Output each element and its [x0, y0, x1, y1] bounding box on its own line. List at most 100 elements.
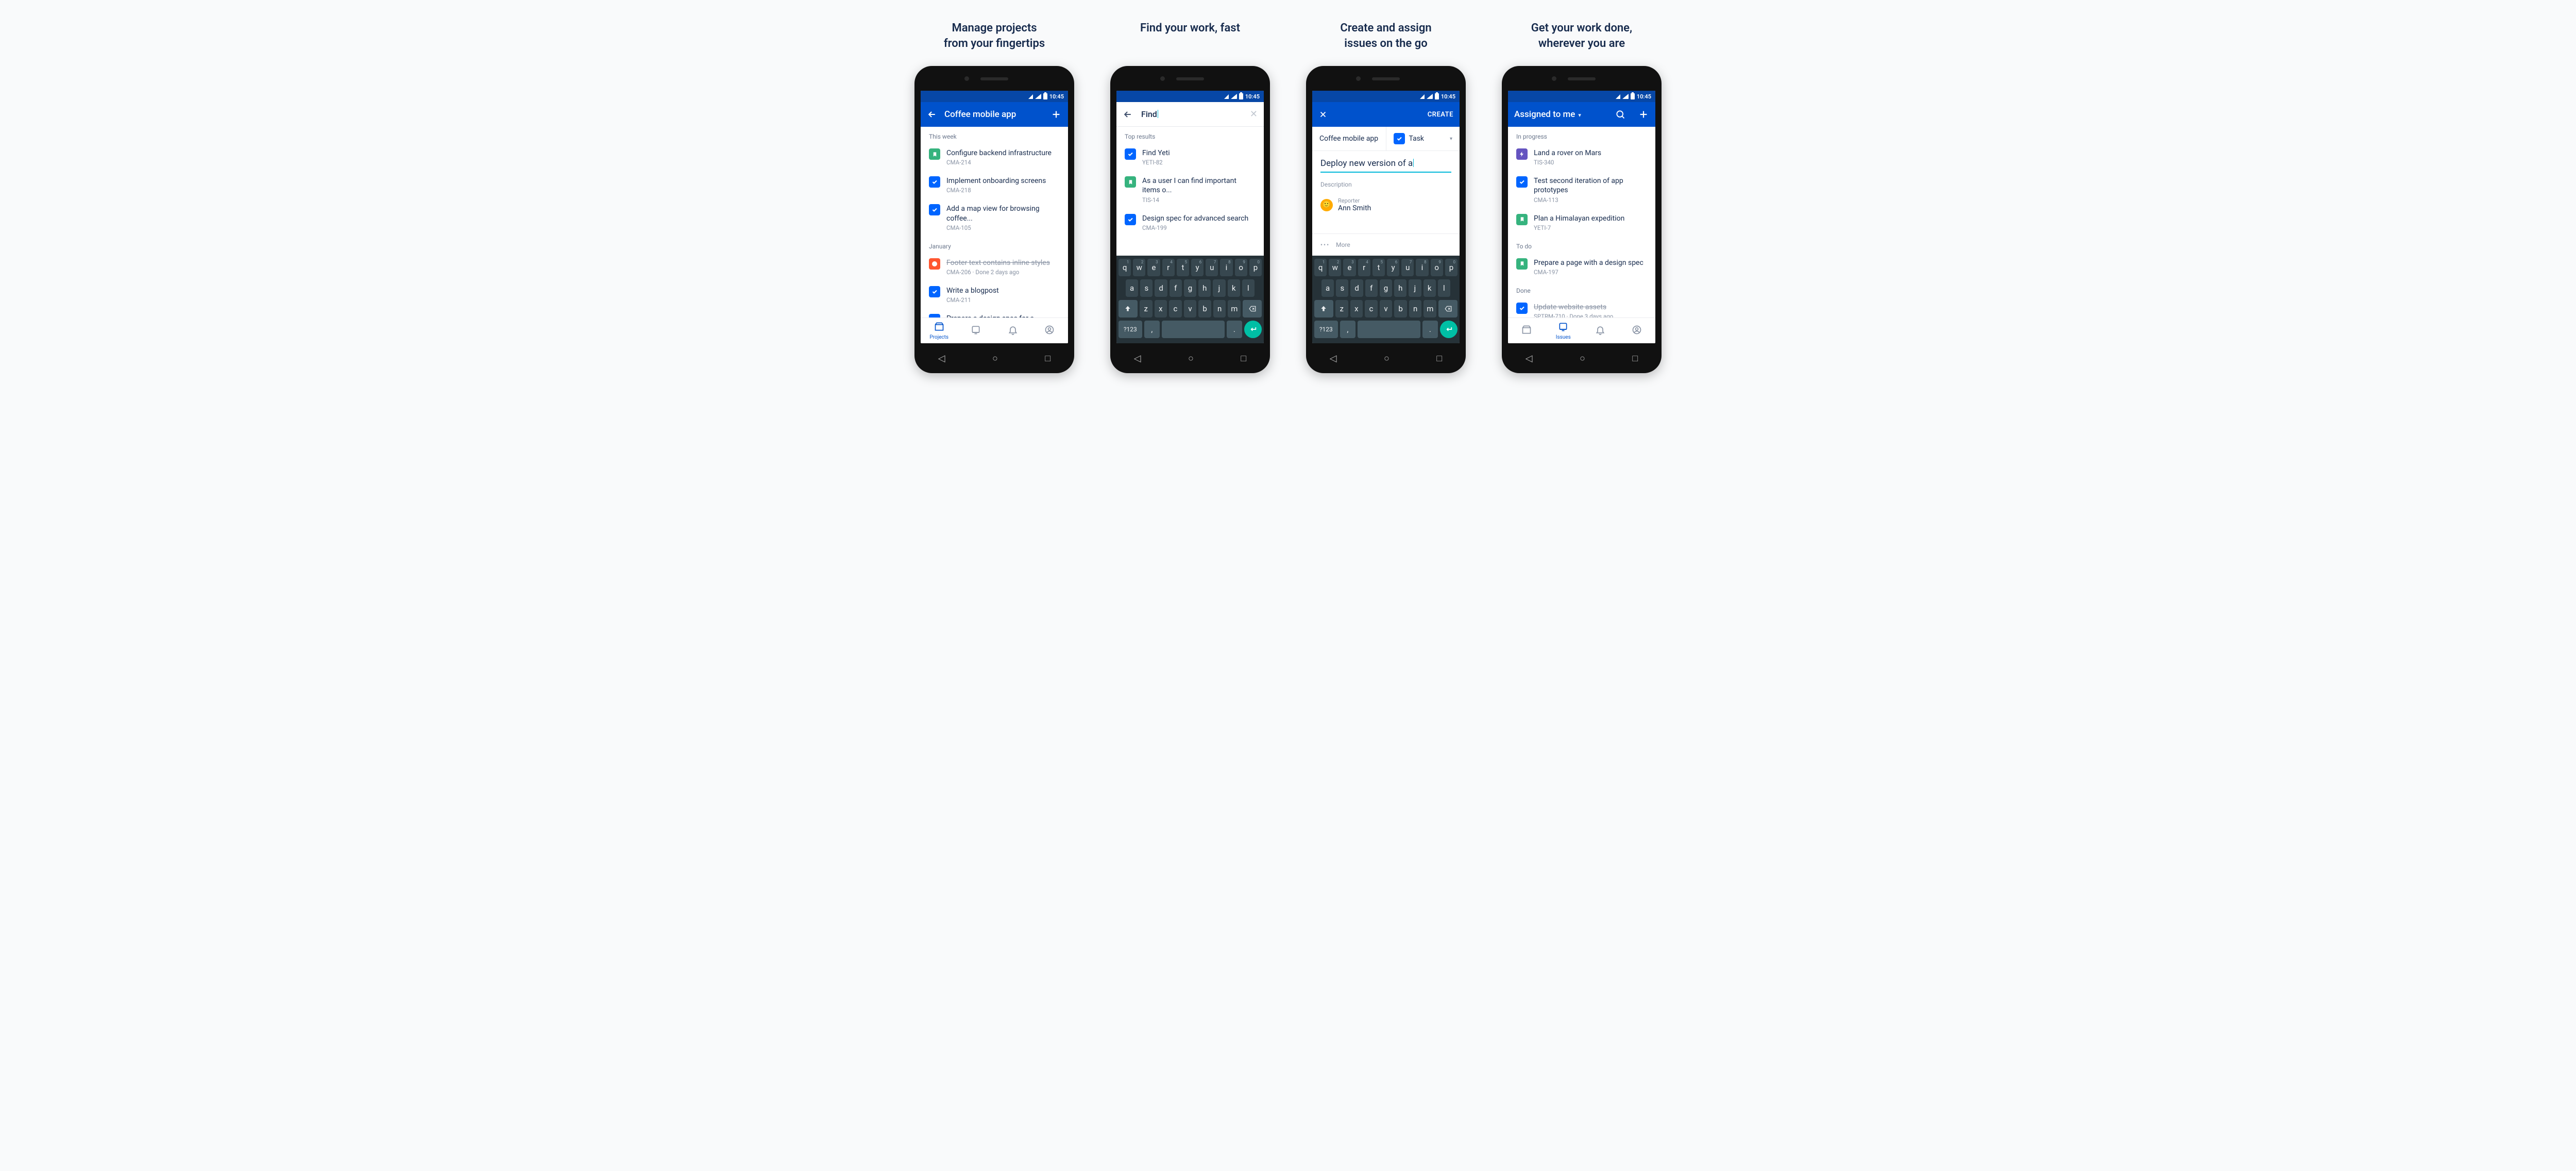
reporter-field[interactable]: 🙂 Reporter Ann Smith — [1320, 197, 1451, 212]
key[interactable]: 9o — [1235, 259, 1247, 276]
search-result-row[interactable]: Find YetiYETI-82 — [1116, 143, 1264, 171]
key[interactable]: 6y — [1191, 259, 1204, 276]
key[interactable]: 0p — [1445, 259, 1458, 276]
key[interactable]: m — [1228, 300, 1241, 317]
key[interactable]: b — [1198, 300, 1211, 317]
keyboard[interactable]: 1q2w3e4r5t6y7u8i9o0pasdfghjklzxcvbnm?123… — [1116, 256, 1264, 343]
back-icon[interactable] — [927, 109, 937, 120]
comma-key[interactable]: , — [1340, 321, 1355, 338]
search-result-row[interactable]: Design spec for advanced searchCMA-199 — [1116, 209, 1264, 237]
key[interactable]: 2w — [1133, 259, 1145, 276]
add-icon[interactable] — [1050, 109, 1062, 120]
key[interactable]: d — [1350, 279, 1363, 297]
key[interactable]: j — [1213, 279, 1225, 297]
project-picker[interactable]: Coffee mobile app — [1312, 127, 1386, 150]
issue-row[interactable]: Test second iteration of app prototypes … — [1508, 171, 1655, 208]
key[interactable]: 5t — [1177, 259, 1189, 276]
key[interactable]: g — [1380, 279, 1392, 297]
key[interactable]: 1q — [1314, 259, 1327, 276]
key[interactable]: z — [1335, 300, 1348, 317]
key[interactable]: l — [1242, 279, 1255, 297]
issue-row[interactable]: Write a blogpost CMA-211 — [921, 281, 1068, 309]
projects-tab[interactable]: Projects — [921, 318, 958, 343]
notifications-tab[interactable] — [1582, 318, 1619, 343]
key[interactable]: 7u — [1401, 259, 1414, 276]
key[interactable]: 7u — [1206, 259, 1218, 276]
key[interactable]: s — [1336, 279, 1348, 297]
period-key[interactable]: . — [1422, 321, 1438, 338]
create-button[interactable]: CREATE — [1428, 111, 1453, 119]
key[interactable]: 4r — [1358, 259, 1370, 276]
key[interactable]: 1q — [1118, 259, 1131, 276]
account-tab[interactable] — [1031, 318, 1069, 343]
projects-tab[interactable] — [1508, 318, 1545, 343]
key[interactable]: 9o — [1431, 259, 1443, 276]
key[interactable]: f — [1170, 279, 1182, 297]
key[interactable]: g — [1184, 279, 1196, 297]
key[interactable]: j — [1409, 279, 1421, 297]
key[interactable]: m — [1423, 300, 1436, 317]
key[interactable]: 3e — [1147, 259, 1160, 276]
more-row[interactable]: ••• More — [1312, 233, 1460, 256]
account-tab[interactable] — [1619, 318, 1656, 343]
key[interactable]: h — [1198, 279, 1211, 297]
period-key[interactable]: . — [1227, 321, 1242, 338]
search-input[interactable]: Find — [1141, 109, 1242, 119]
enter-key[interactable] — [1244, 321, 1262, 338]
search-icon[interactable] — [1615, 109, 1625, 120]
key[interactable]: 8i — [1416, 259, 1428, 276]
key[interactable]: x — [1155, 300, 1167, 317]
key[interactable]: 6y — [1387, 259, 1399, 276]
key[interactable]: 0p — [1249, 259, 1262, 276]
issue-row[interactable]: Implement onboarding screens CMA-218 — [921, 171, 1068, 199]
key[interactable]: s — [1140, 279, 1153, 297]
appbar-title-dropdown[interactable]: Assigned to me — [1514, 109, 1608, 120]
key[interactable]: k — [1228, 279, 1240, 297]
keyboard[interactable]: 1q2w3e4r5t6y7u8i9o0pasdfghjklzxcvbnm?123… — [1312, 256, 1460, 343]
space-key[interactable] — [1162, 321, 1225, 338]
key[interactable]: a — [1321, 279, 1334, 297]
key[interactable]: 2w — [1329, 259, 1341, 276]
key[interactable]: k — [1423, 279, 1436, 297]
summary-input[interactable]: Deploy new version of a — [1320, 158, 1451, 173]
key[interactable]: 8i — [1220, 259, 1232, 276]
issues-tab[interactable] — [958, 318, 995, 343]
issue-row[interactable]: Configure backend infrastructure CMA-214 — [921, 143, 1068, 171]
symbols-key[interactable]: ?123 — [1118, 321, 1142, 338]
close-icon[interactable] — [1318, 110, 1328, 119]
issue-row[interactable]: Land a rover on Mars TIS-340 — [1508, 143, 1655, 171]
backspace-key[interactable] — [1438, 300, 1458, 317]
issue-row[interactable]: Plan a Himalayan expedition YETI-7 — [1508, 209, 1655, 237]
key[interactable]: b — [1394, 300, 1407, 317]
issue-row[interactable]: Add a map view for browsing coffee... CM… — [921, 199, 1068, 236]
symbols-key[interactable]: ?123 — [1314, 321, 1338, 338]
key[interactable]: a — [1126, 279, 1138, 297]
key[interactable]: 4r — [1162, 259, 1175, 276]
type-picker[interactable]: Task ▾ — [1386, 127, 1460, 150]
key[interactable]: 5t — [1372, 259, 1385, 276]
enter-key[interactable] — [1440, 321, 1458, 338]
key[interactable]: v — [1184, 300, 1197, 317]
key[interactable]: d — [1155, 279, 1167, 297]
issue-row[interactable]: Prepare a page with a design spec CMA-19… — [1508, 253, 1655, 281]
key[interactable]: n — [1409, 300, 1422, 317]
key[interactable]: c — [1169, 300, 1182, 317]
issue-row[interactable]: Prepare a design spec for a basket... CM… — [921, 309, 1068, 317]
issue-row[interactable]: Update website assets SPTRM-710 · Done 3… — [1508, 297, 1655, 317]
key[interactable]: h — [1394, 279, 1406, 297]
key[interactable]: z — [1140, 300, 1153, 317]
clear-icon[interactable]: ✕ — [1250, 109, 1258, 120]
key[interactable]: l — [1438, 279, 1450, 297]
space-key[interactable] — [1358, 321, 1420, 338]
issues-tab[interactable]: Issues — [1545, 318, 1582, 343]
key[interactable]: v — [1380, 300, 1393, 317]
shift-key[interactable] — [1118, 300, 1138, 317]
key[interactable]: x — [1350, 300, 1363, 317]
search-result-row[interactable]: As a user I can find important items o..… — [1116, 171, 1264, 208]
key[interactable]: f — [1365, 279, 1378, 297]
notifications-tab[interactable] — [994, 318, 1031, 343]
back-icon[interactable] — [1123, 109, 1133, 120]
key[interactable]: c — [1365, 300, 1378, 317]
comma-key[interactable]: , — [1144, 321, 1160, 338]
add-icon[interactable] — [1638, 109, 1649, 120]
